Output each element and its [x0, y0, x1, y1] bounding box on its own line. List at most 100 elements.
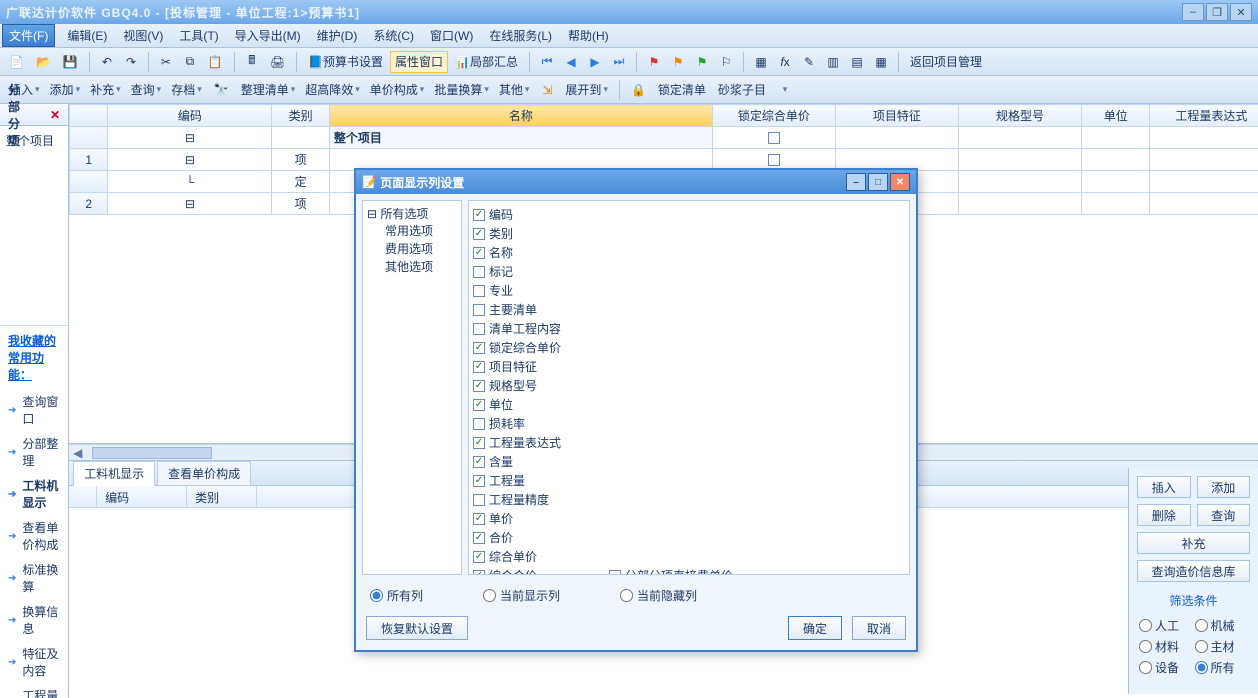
bureau-summary-button[interactable]: 📊 局部汇总	[450, 51, 523, 73]
col-option-0-18[interactable]: 综合单价	[473, 547, 597, 566]
fav-item-2[interactable]: ➔工料机显示	[6, 473, 62, 515]
checkbox-icon[interactable]	[473, 380, 485, 392]
expand-icon[interactable]: ⇲	[536, 79, 558, 101]
fav-item-7[interactable]: ➔工程量明细	[6, 683, 62, 698]
rp-delete-button[interactable]: 删除	[1137, 504, 1191, 526]
misc-icon-4[interactable]: ▥	[822, 51, 844, 73]
project-tree[interactable]: 整个项目	[0, 126, 68, 326]
tool-undo-icon[interactable]: ↶	[96, 51, 118, 73]
grid-header-5[interactable]: 项目特征	[835, 105, 958, 127]
left-tab-close-icon[interactable]: ✕	[50, 108, 60, 122]
checkbox-icon[interactable]	[609, 570, 621, 576]
dialog-close-button[interactable]: ✕	[890, 173, 910, 191]
tool-new-icon[interactable]: 📄	[4, 51, 29, 73]
dialog-tree-fee[interactable]: 费用选项	[367, 240, 457, 258]
filter-radio-材料[interactable]: 材料	[1139, 638, 1193, 655]
menu-item-8[interactable]: 帮助(H)	[560, 25, 617, 46]
col-option-0-10[interactable]: 单位	[473, 395, 597, 414]
checkbox-icon[interactable]	[473, 551, 485, 563]
grid-header-7[interactable]: 单位	[1082, 105, 1150, 127]
dialog-tree[interactable]: ⊟ 所有选项 常用选项 费用选项 其他选项	[362, 200, 462, 575]
col-option-0-12[interactable]: 工程量表达式	[473, 433, 597, 452]
dialog-tree-other[interactable]: 其他选项	[367, 258, 457, 276]
misc-icon-3[interactable]: ✎	[798, 51, 820, 73]
menu-item-7[interactable]: 在线服务(L)	[481, 25, 560, 46]
lock-list-button[interactable]: 锁定清单	[653, 79, 711, 101]
flag-orange-icon[interactable]: ⚑	[667, 51, 689, 73]
nav-first-icon[interactable]: ⏮	[536, 51, 558, 73]
checkbox-icon[interactable]	[473, 513, 485, 525]
checkbox-icon[interactable]	[473, 456, 485, 468]
flag-none-icon[interactable]: ⚐	[715, 51, 737, 73]
grid-header-6[interactable]: 规格型号	[958, 105, 1081, 127]
grid-header-8[interactable]: 工程量表达式	[1150, 105, 1258, 127]
col-option-0-14[interactable]: 工程量	[473, 471, 597, 490]
checkbox-icon[interactable]	[473, 228, 485, 240]
fav-item-6[interactable]: ➔特征及内容	[6, 641, 62, 683]
budget-settings-button[interactable]: 📘 预算书设置	[303, 51, 388, 73]
tool-redo-icon[interactable]: ↷	[120, 51, 142, 73]
nav-prev-icon[interactable]: ◀	[560, 51, 582, 73]
filter-radio-所有[interactable]: 所有	[1195, 659, 1249, 676]
col-option-0-3[interactable]: 标记	[473, 262, 597, 281]
tool-save-icon[interactable]: 💾	[58, 51, 83, 73]
col-option-0-4[interactable]: 专业	[473, 281, 597, 300]
expand-to-button[interactable]: 展开到	[560, 79, 613, 101]
nav-next-icon[interactable]: ▶	[584, 51, 606, 73]
nav-last-icon[interactable]: ⏭	[608, 51, 630, 73]
cancel-button[interactable]: 取消	[852, 616, 906, 640]
grid-header-3[interactable]: 名称	[329, 105, 712, 127]
ok-button[interactable]: 确定	[788, 616, 842, 640]
tb2b-整理清单[interactable]: 整理清单	[236, 79, 301, 101]
tb2b-批量换算[interactable]: 批量换算	[429, 79, 494, 101]
restore-defaults-button[interactable]: 恢复默认设置	[366, 616, 468, 640]
window-minimize-button[interactable]: –	[1182, 3, 1204, 21]
col-option-0-2[interactable]: 名称	[473, 243, 597, 262]
checkbox-icon[interactable]	[473, 323, 485, 335]
lock-icon[interactable]: 🔒	[626, 79, 651, 101]
fav-item-5[interactable]: ➔换算信息	[6, 599, 62, 641]
checkbox-icon[interactable]	[473, 209, 485, 221]
mortar-button[interactable]: 砂浆子目	[713, 79, 771, 101]
filter-radio-主材[interactable]: 主材	[1195, 638, 1249, 655]
tool-print-icon[interactable]: 🖨	[265, 51, 290, 73]
tool-open-icon[interactable]: 📂	[31, 51, 56, 73]
col-option-0-13[interactable]: 含量	[473, 452, 597, 471]
checkbox-icon[interactable]	[473, 304, 485, 316]
mortar-dd[interactable]	[773, 79, 795, 101]
dialog-tree-root[interactable]: 所有选项	[380, 207, 428, 221]
fav-item-0[interactable]: ➔查询窗口	[6, 389, 62, 431]
checkbox-icon[interactable]	[473, 475, 485, 487]
checkbox-icon[interactable]	[473, 437, 485, 449]
col-option-0-5[interactable]: 主要清单	[473, 300, 597, 319]
rp-query-button[interactable]: 查询	[1197, 504, 1251, 526]
binoculars-icon[interactable]: 🔭	[209, 79, 234, 101]
menu-item-6[interactable]: 窗口(W)	[422, 25, 481, 46]
menu-file[interactable]: 文件(F)	[2, 24, 55, 47]
checkbox-icon[interactable]	[473, 494, 485, 506]
col-option-0-19[interactable]: 综合合价	[473, 566, 597, 575]
rp-pricelib-button[interactable]: 查询造价信息库	[1137, 560, 1250, 582]
tree-root[interactable]: 整个项目	[6, 134, 54, 148]
dialog-minimize-button[interactable]: –	[846, 173, 866, 191]
filter-radio-机械[interactable]: 机械	[1195, 617, 1249, 634]
checkbox-icon[interactable]	[473, 247, 485, 259]
window-close-button[interactable]: ✕	[1230, 3, 1252, 21]
menu-item-4[interactable]: 维护(D)	[309, 25, 366, 46]
menu-item-5[interactable]: 系统(C)	[365, 25, 422, 46]
window-restore-button[interactable]: ❐	[1206, 3, 1228, 21]
menu-item-0[interactable]: 编辑(E)	[59, 25, 115, 46]
grid-header-4[interactable]: 锁定综合单价	[712, 105, 835, 127]
subtab-gljx[interactable]: 工料机显示	[73, 461, 155, 486]
flag-green-icon[interactable]: ⚑	[691, 51, 713, 73]
col-option-1-0[interactable]: 分部分项直接费单价	[609, 566, 769, 575]
filter-radio-设备[interactable]: 设备	[1139, 659, 1193, 676]
checkbox-icon[interactable]	[473, 570, 485, 576]
subtab-djgc[interactable]: 查看单价构成	[157, 461, 251, 486]
grid-header-2[interactable]: 类别	[272, 105, 329, 127]
col-option-0-7[interactable]: 锁定综合单价	[473, 338, 597, 357]
grid-header-0[interactable]	[70, 105, 108, 127]
rp-supplement-button[interactable]: 补充	[1137, 532, 1250, 554]
flag-red-icon[interactable]: ⚑	[643, 51, 665, 73]
fav-item-3[interactable]: ➔查看单价构成	[6, 515, 62, 557]
